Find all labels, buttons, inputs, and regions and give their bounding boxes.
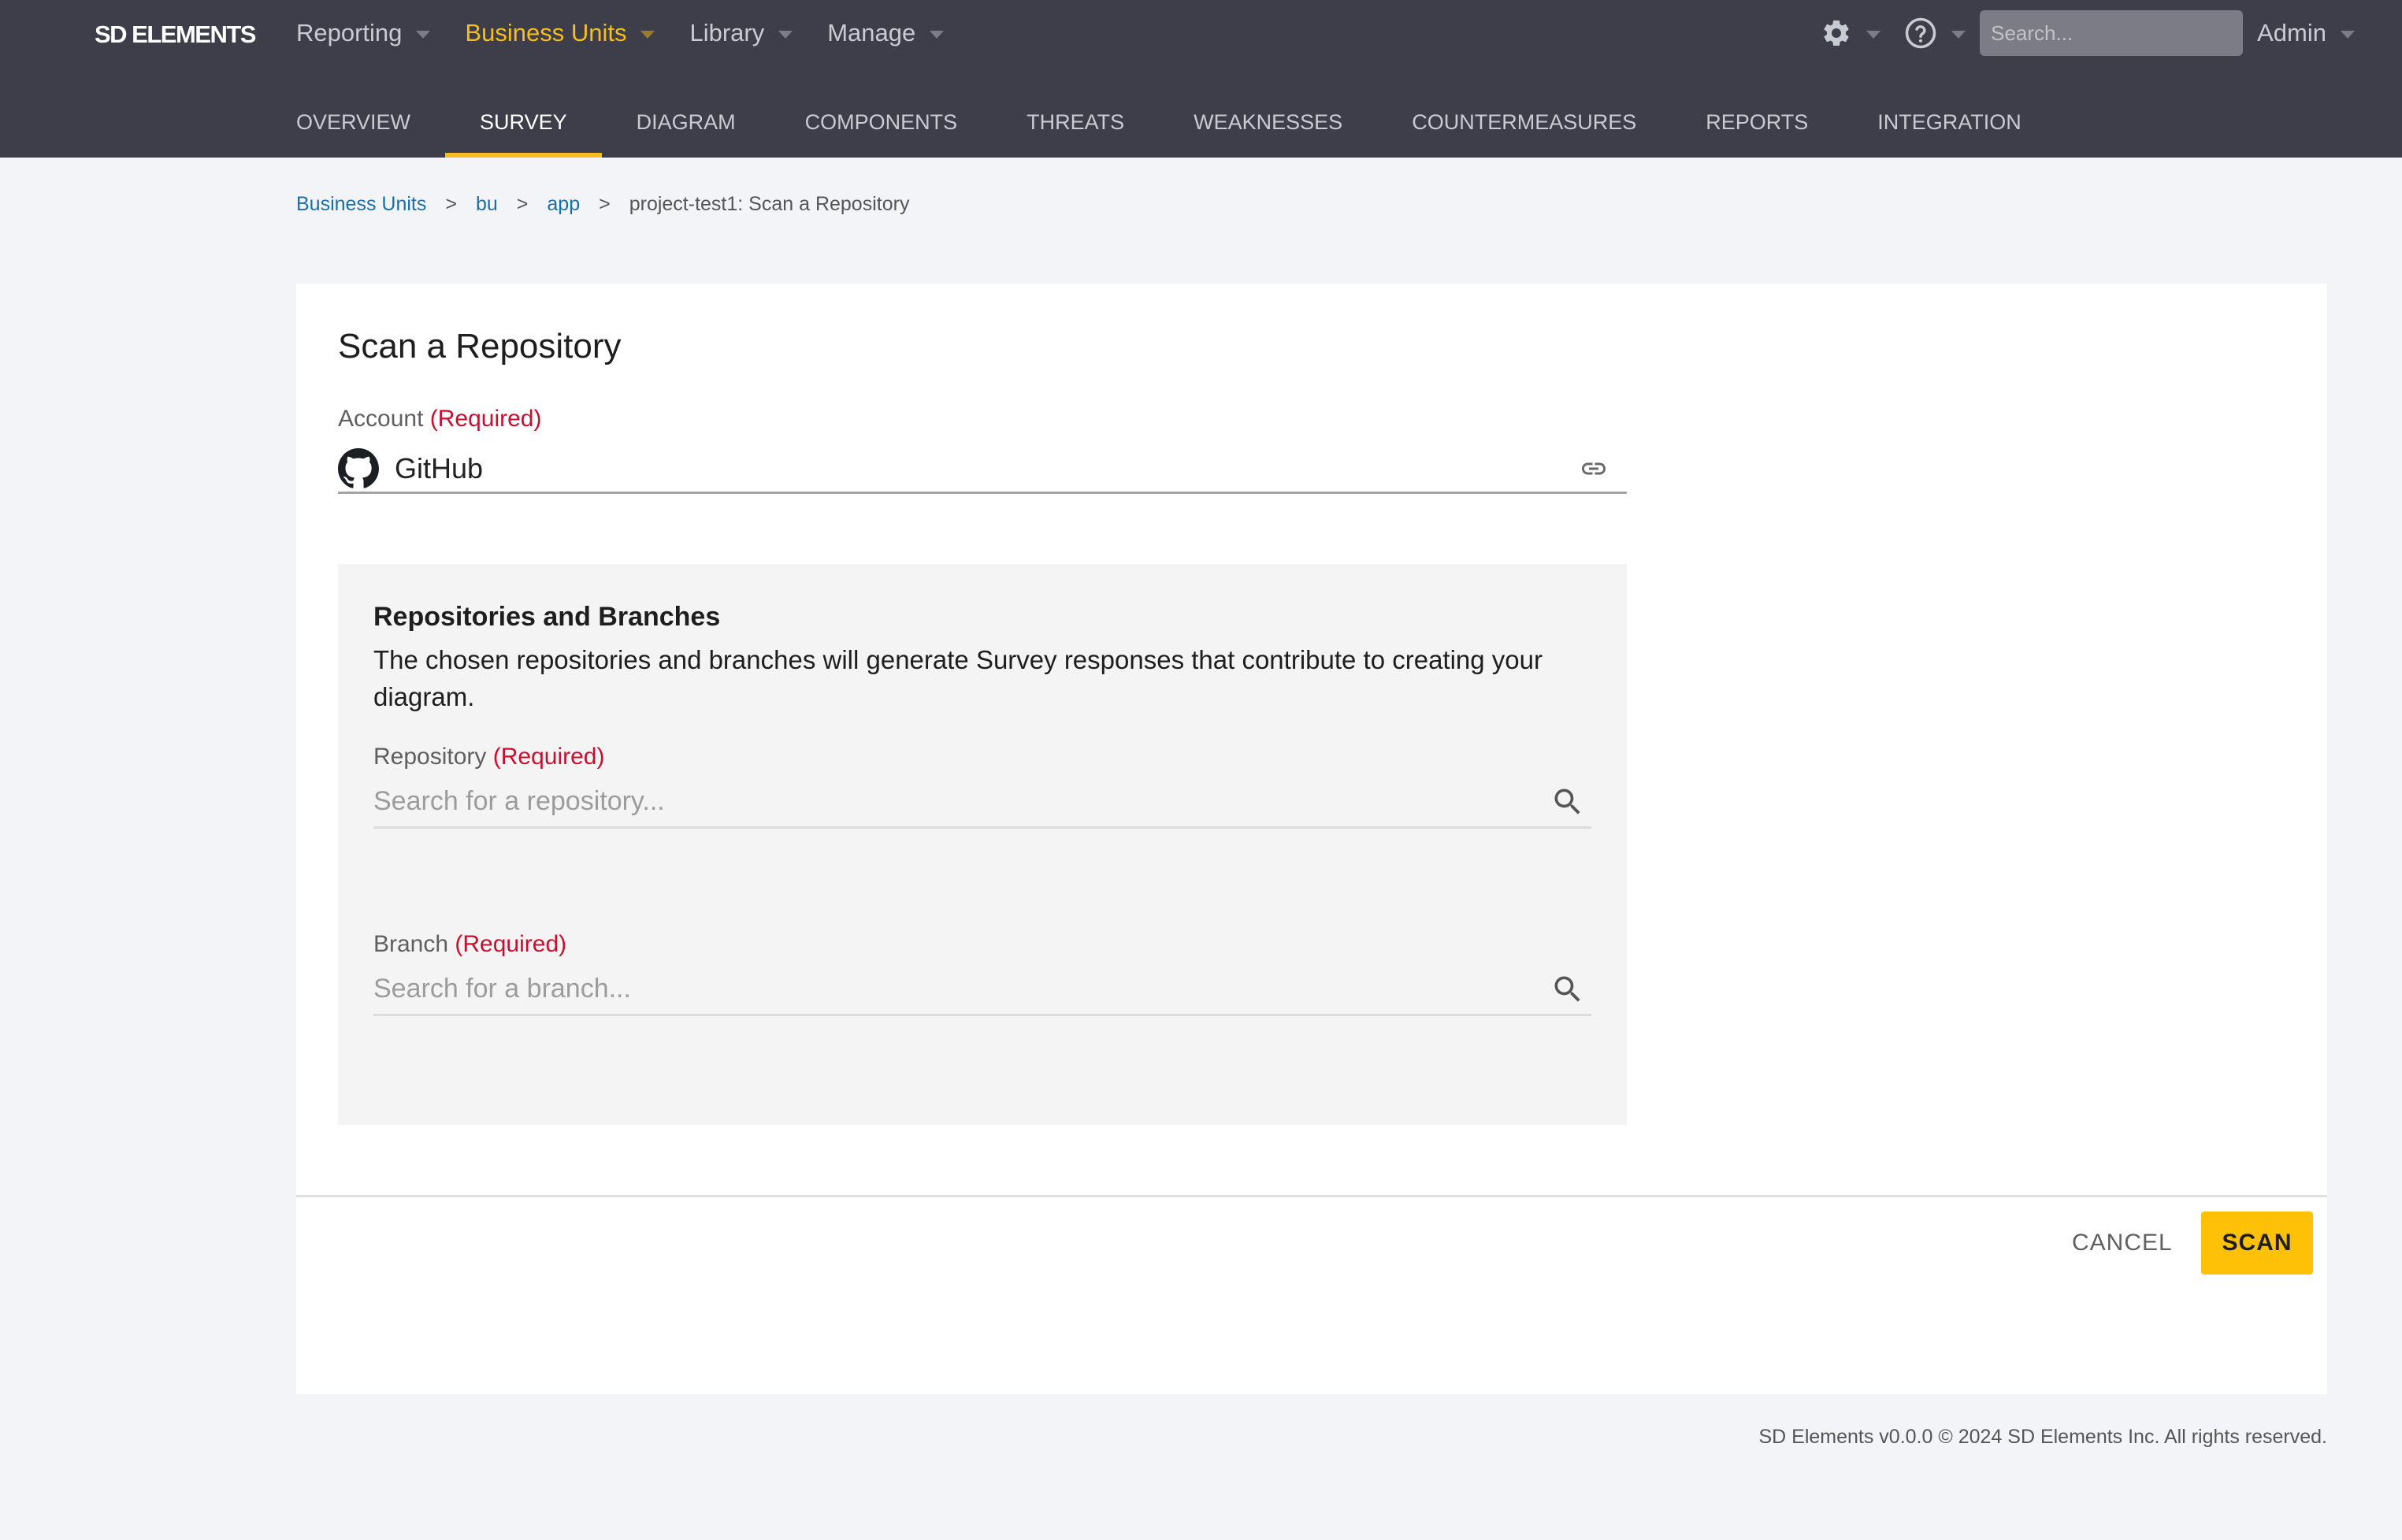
account-label: Account (Required) <box>338 406 541 432</box>
repositories-and-branches-panel: Repositories and Branches The chosen rep… <box>338 564 1627 1125</box>
repository-search-input[interactable] <box>373 777 1550 826</box>
menu-item-label: Manage <box>827 19 916 46</box>
branch-label: Branch (Required) <box>373 931 566 958</box>
breadcrumb-business-units[interactable]: Business Units <box>296 193 426 216</box>
project-tabs: OVERVIEW SURVEY DIAGRAM COMPONENTS THREA… <box>296 87 2056 158</box>
repository-search-field <box>373 777 1591 829</box>
breadcrumb-app[interactable]: app <box>547 193 580 216</box>
user-name: Admin <box>2257 19 2326 46</box>
tab-weaknesses[interactable]: WEAKNESSES <box>1159 87 1377 158</box>
breadcrumb-separator: > <box>599 192 611 215</box>
menu-item-library[interactable]: Library <box>689 19 793 47</box>
cancel-button[interactable]: CANCEL <box>2062 1212 2182 1275</box>
user-menu-button[interactable]: Admin <box>2257 19 2355 47</box>
breadcrumb-separator: > <box>445 192 457 215</box>
tab-diagram[interactable]: DIAGRAM <box>602 87 770 158</box>
menu-item-label: Library <box>689 19 765 46</box>
required-indicator: (Required) <box>492 744 605 770</box>
required-indicator: (Required) <box>429 406 542 432</box>
account-label-text: Account <box>338 406 424 432</box>
breadcrumb-separator: > <box>516 192 529 215</box>
top-navigation-bar: SD ELEMENTS Reporting Business Units Lib… <box>0 0 2402 158</box>
chevron-down-icon <box>1866 31 1881 39</box>
breadcrumb-current-page: project-test1: Scan a Repository <box>629 192 910 215</box>
github-icon <box>338 447 379 488</box>
branch-search-field <box>373 964 1591 1016</box>
account-value: GitHub <box>395 451 484 484</box>
settings-menu-button[interactable] <box>1821 17 1881 49</box>
tab-integration[interactable]: INTEGRATION <box>1843 87 2056 158</box>
panel-title: Repositories and Branches <box>373 602 721 632</box>
tab-survey[interactable]: SURVEY <box>445 87 602 158</box>
chevron-down-icon <box>930 31 945 39</box>
branch-label-text: Branch <box>373 931 449 957</box>
menu-item-label: Reporting <box>296 19 403 46</box>
page-title: Scan a Repository <box>338 327 622 366</box>
repository-label: Repository (Required) <box>373 744 604 770</box>
tab-reports[interactable]: REPORTS <box>1671 87 1843 158</box>
utility-menu: Admin <box>1821 9 2402 57</box>
chevron-down-icon <box>416 31 431 39</box>
search-icon[interactable] <box>1550 785 1585 819</box>
help-menu-button[interactable] <box>1904 17 1966 50</box>
tab-countermeasures[interactable]: COUNTERMEASURES <box>1377 87 1671 158</box>
main-menu: Reporting Business Units Library Manage <box>296 14 978 52</box>
chevron-down-icon <box>640 31 655 39</box>
actions-divider <box>296 1195 2327 1197</box>
link-icon[interactable] <box>1575 455 1613 483</box>
required-indicator: (Required) <box>455 931 567 957</box>
global-search-input[interactable] <box>1980 10 2244 56</box>
account-field[interactable]: GitHub <box>338 445 1627 494</box>
repository-label-text: Repository <box>373 744 487 770</box>
branch-search-input[interactable] <box>373 965 1550 1013</box>
menu-item-label: Business Units <box>465 19 627 46</box>
menu-item-reporting[interactable]: Reporting <box>296 19 431 47</box>
sd-elements-logo[interactable]: SD ELEMENTS <box>95 19 256 50</box>
chevron-down-icon <box>1951 31 1966 39</box>
breadcrumb-bu[interactable]: bu <box>476 193 498 216</box>
footer-copyright: SD Elements v0.0.0 © 2024 SD Elements In… <box>1758 1426 2327 1448</box>
menu-item-business-units[interactable]: Business Units <box>465 19 655 47</box>
chevron-down-icon <box>778 31 793 39</box>
help-circle-icon <box>1905 17 1936 49</box>
gear-icon <box>1824 20 1849 46</box>
menu-item-manage[interactable]: Manage <box>827 19 945 47</box>
chevron-down-icon <box>2341 31 2355 39</box>
tab-threats[interactable]: THREATS <box>992 87 1159 158</box>
search-icon[interactable] <box>1550 972 1585 1007</box>
scan-repository-card: Scan a Repository Account (Required) Git… <box>296 284 2327 1394</box>
tab-components[interactable]: COMPONENTS <box>770 87 993 158</box>
tab-overview[interactable]: OVERVIEW <box>296 87 445 158</box>
scan-button[interactable]: SCAN <box>2201 1212 2313 1275</box>
breadcrumb: Business Units > bu > app > project-test… <box>296 191 909 217</box>
panel-description: The chosen repositories and branches wil… <box>373 645 1543 711</box>
